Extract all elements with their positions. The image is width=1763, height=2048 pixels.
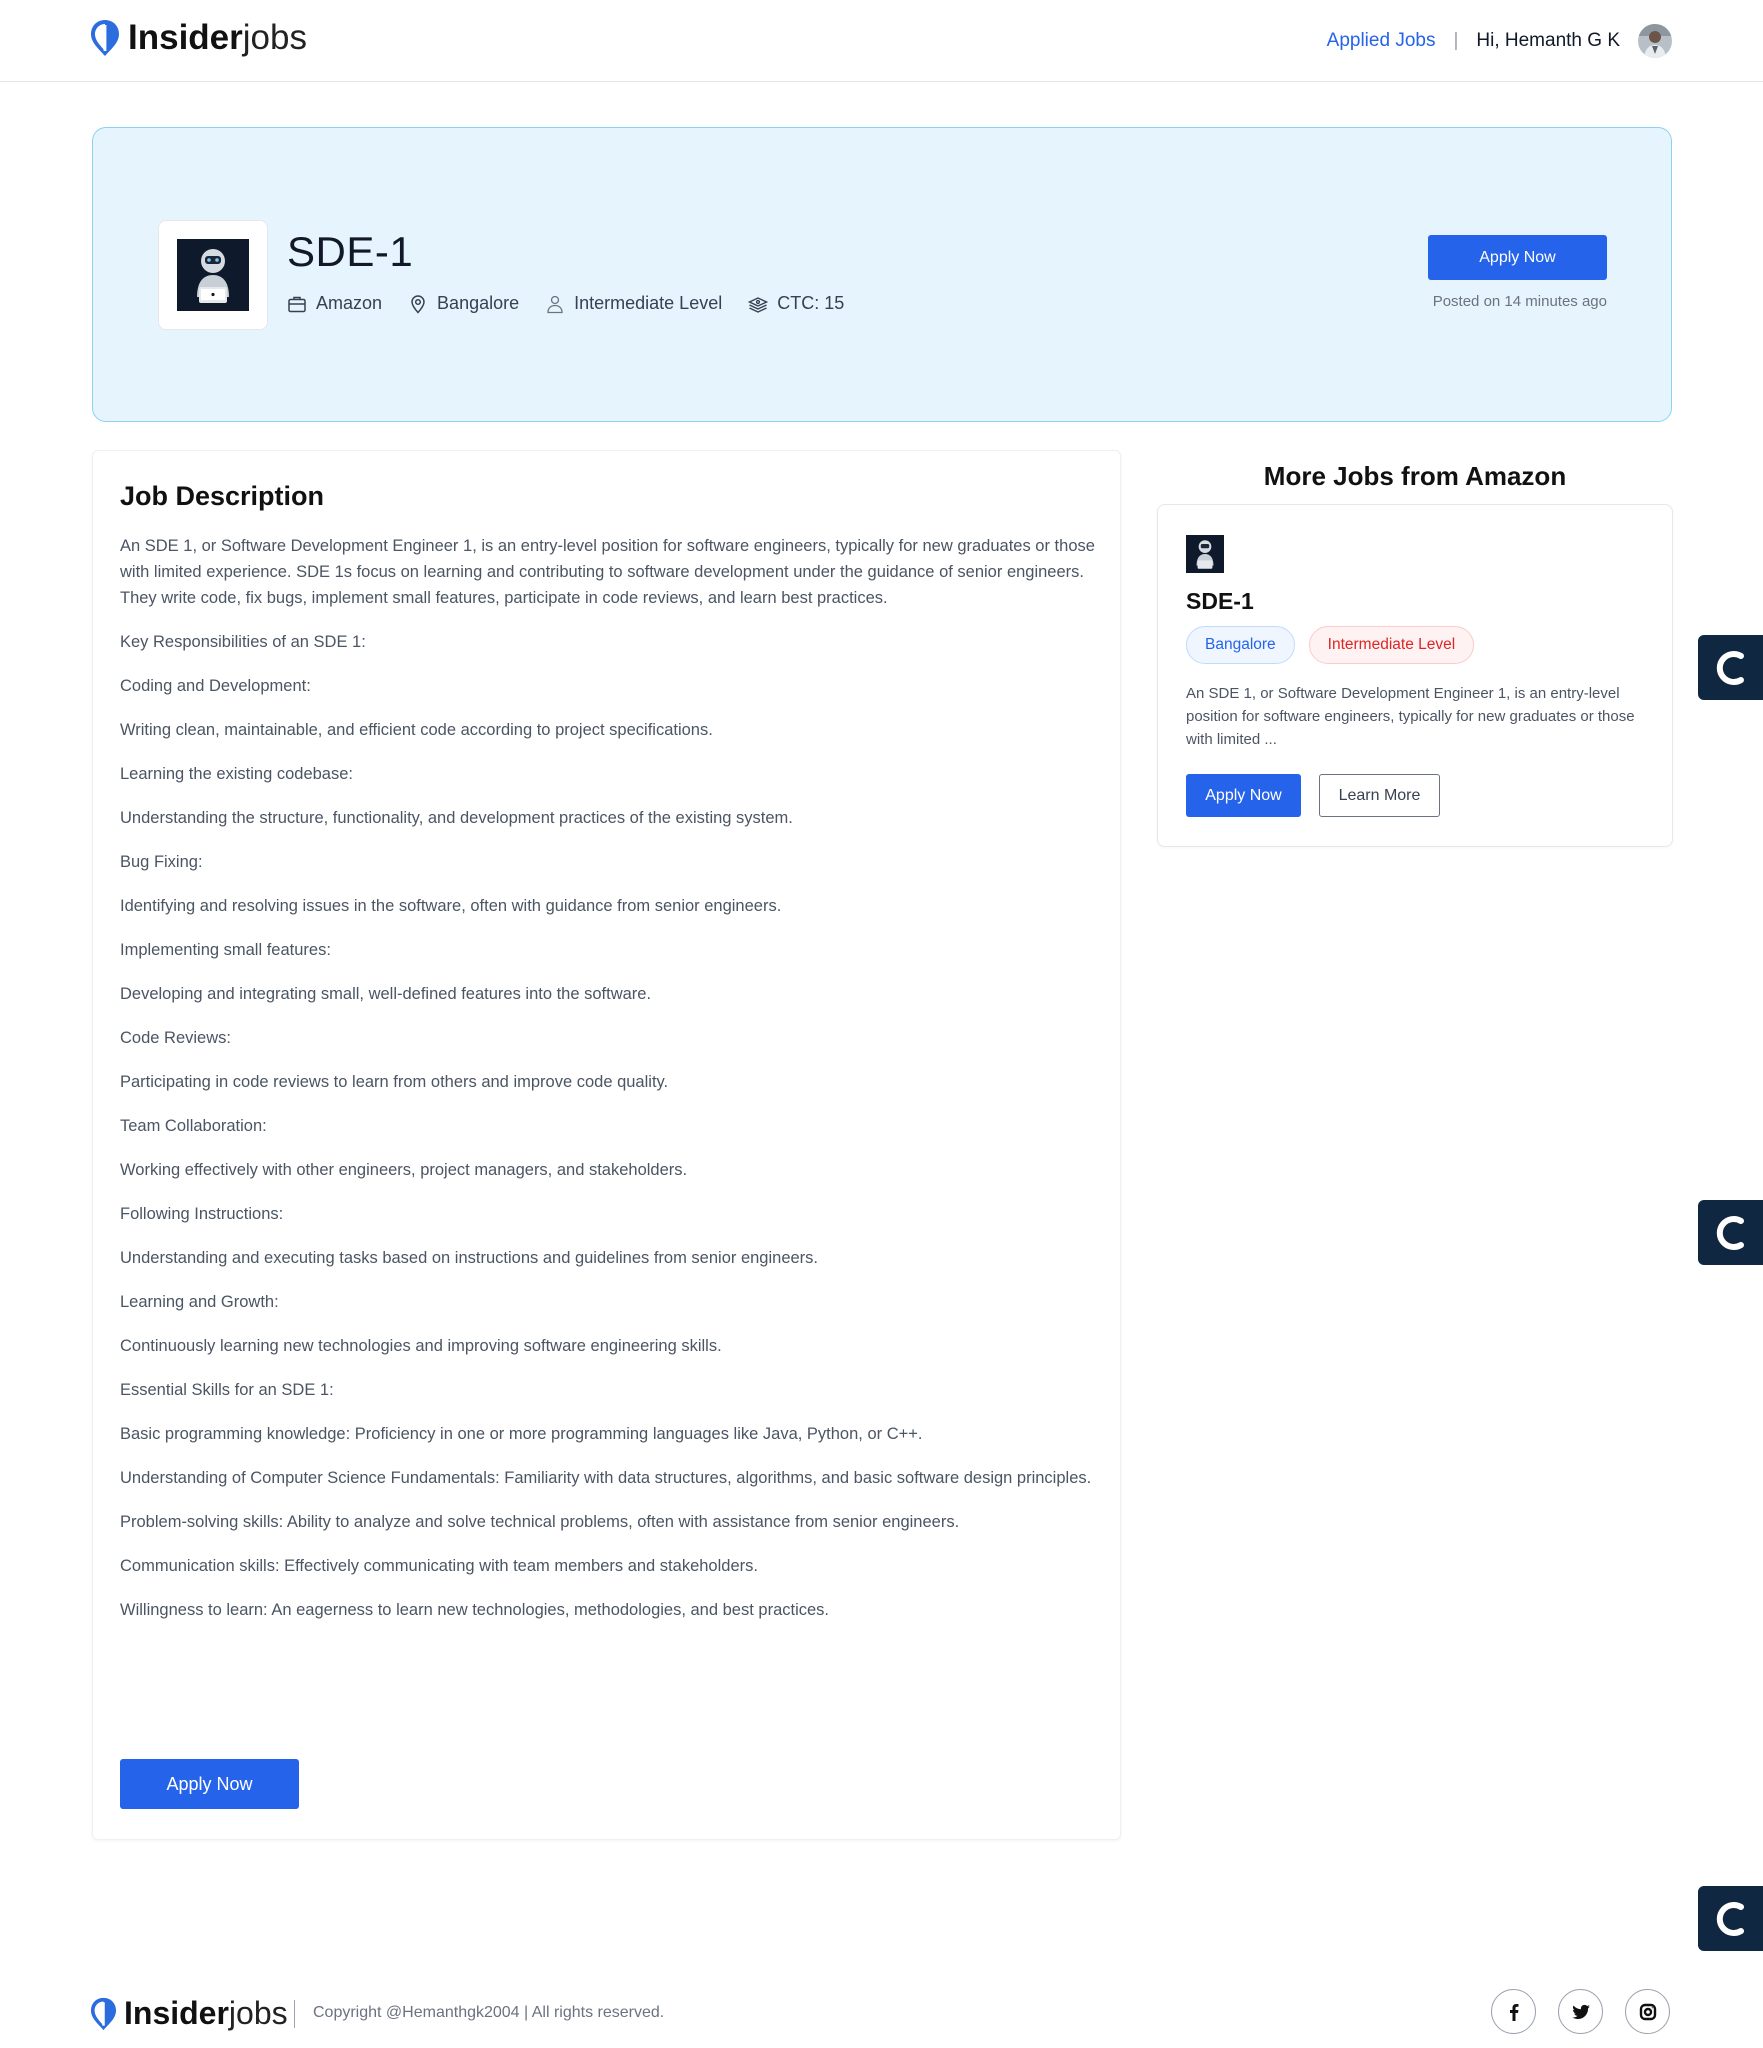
level-tag: Intermediate Level [1308, 626, 1475, 664]
job-location: Bangalore [437, 293, 520, 313]
brand-name-strong: Insider [128, 18, 243, 57]
job-description-card: Job Description An SDE 1, or Software De… [92, 450, 1121, 1840]
brand-logo[interactable]: Insider jobs [90, 18, 307, 58]
description-paragraph: Communication skills: Effectively commun… [120, 1557, 758, 1575]
description-paragraph: Following Instructions: [120, 1205, 284, 1223]
related-job-tags: Bangalore Intermediate Level [1186, 626, 1488, 664]
description-paragraph: Willingness to learn: An eagerness to le… [120, 1601, 830, 1619]
c-logo-icon [1716, 1901, 1744, 1936]
user-greeting: Hi, Hemanth G K [1476, 30, 1620, 51]
facebook-link[interactable] [1491, 1989, 1536, 2034]
job-hero-banner: SDE-1 Amazon Bangalore Intermediate Leve… [92, 127, 1672, 422]
footer-brand-light: jobs [228, 1995, 288, 2031]
footer-brand-logo[interactable]: Insider jobs [90, 1995, 288, 2032]
footer-divider [294, 2000, 295, 2028]
description-paragraph: Understanding of Computer Science Fundam… [120, 1469, 1092, 1487]
company-logo-small [1186, 535, 1224, 573]
floating-widget[interactable] [1698, 1886, 1763, 1951]
description-paragraph: An SDE 1, or Software Development Engine… [120, 537, 1095, 607]
briefcase-icon [288, 296, 306, 312]
meta-ctc: CTC: 15 [748, 293, 844, 314]
description-paragraph: Essential Skills for an SDE 1: [120, 1381, 334, 1399]
c-logo-icon [1716, 650, 1744, 685]
job-level: Intermediate Level [574, 293, 723, 313]
job-meta: Amazon Bangalore Intermediate Level CTC:… [287, 293, 870, 314]
insiderjobs-logo-icon [91, 20, 119, 56]
description-paragraph: Working effectively with other engineers… [120, 1161, 688, 1179]
apply-now-bottom-button[interactable]: Apply Now [120, 1759, 299, 1809]
description-paragraph: Continuously learning new technologies a… [120, 1337, 722, 1355]
insiderjobs-logo-icon [90, 1997, 117, 2030]
meta-location: Bangalore [408, 293, 519, 314]
instagram-icon [1639, 2003, 1656, 2020]
related-job-title: SDE-1 [1186, 588, 1254, 614]
top-navbar: Insider jobs Applied Jobs | Hi, Hemanth G… [0, 0, 1763, 82]
description-paragraph: Understanding and executing tasks based … [120, 1249, 819, 1267]
job-description-heading: Job Description [120, 481, 325, 511]
apply-now-button[interactable]: Apply Now [1428, 235, 1607, 280]
c-logo-icon [1716, 1215, 1744, 1250]
location-tag: Bangalore [1186, 626, 1295, 664]
job-title: SDE-1 [287, 228, 414, 275]
meta-level: Intermediate Level [545, 293, 722, 314]
twitter-link[interactable] [1558, 1989, 1603, 2034]
description-paragraph: Code Reviews: [120, 1029, 231, 1047]
description-paragraph: Basic programming knowledge: Proficiency… [120, 1425, 923, 1443]
related-job-card: SDE-1 Bangalore Intermediate Level An SD… [1157, 504, 1673, 847]
page-footer: Insider jobs Copyright @Hemanthgk2004 | A… [0, 1975, 1763, 2048]
footer-brand-strong: Insider [124, 1995, 229, 2031]
company-logo-image [177, 239, 249, 311]
job-description-body: An SDE 1, or Software Development Engine… [120, 533, 1105, 1641]
map-pin-icon [411, 294, 425, 314]
money-stack-icon [748, 296, 769, 313]
description-paragraph: Coding and Development: [120, 677, 311, 695]
description-paragraph: Implementing small features: [120, 941, 331, 959]
instagram-link[interactable] [1625, 1989, 1670, 2034]
floating-widget[interactable] [1698, 1200, 1763, 1265]
facebook-icon [1509, 2003, 1518, 2021]
brand-name-light: jobs [242, 18, 307, 57]
social-links [1469, 1989, 1670, 2034]
description-paragraph: Understanding the structure, functionali… [120, 809, 793, 827]
description-paragraph: Problem-solving skills: Ability to analy… [120, 1513, 960, 1531]
company-logo [158, 220, 268, 330]
description-paragraph: Identifying and resolving issues in the … [120, 897, 782, 915]
description-paragraph: Writing clean, maintainable, and efficie… [120, 721, 713, 739]
description-paragraph: Key Responsibilities of an SDE 1: [120, 633, 366, 651]
meta-company: Amazon [287, 293, 382, 314]
related-job-excerpt: An SDE 1, or Software Development Engine… [1186, 685, 1635, 748]
posted-time: Posted on 14 minutes ago [1432, 293, 1607, 310]
related-job-actions: Apply Now Learn More [1186, 774, 1440, 817]
description-paragraph: Participating in code reviews to learn f… [120, 1073, 669, 1091]
twitter-icon [1571, 2004, 1590, 2019]
avatar-image [1638, 24, 1672, 58]
person-icon [547, 295, 563, 313]
learn-more-button[interactable]: Learn More [1319, 774, 1440, 817]
more-jobs-heading: More Jobs from Amazon [1263, 461, 1567, 491]
user-avatar[interactable] [1638, 24, 1672, 58]
floating-widget[interactable] [1698, 635, 1763, 700]
applied-jobs-link[interactable]: Applied Jobs [1327, 30, 1436, 52]
description-paragraph: Team Collaboration: [120, 1117, 267, 1135]
related-apply-now-button[interactable]: Apply Now [1186, 774, 1301, 817]
user-nav: Applied Jobs | Hi, Hemanth G K [1327, 20, 1672, 62]
copyright-text: Copyright @Hemanthgk2004 | All rights re… [313, 2004, 665, 2021]
description-paragraph: Learning and Growth: [120, 1293, 279, 1311]
job-ctc: CTC: 15 [777, 293, 845, 313]
nav-separator: | [1453, 30, 1459, 51]
description-paragraph: Developing and integrating small, well-d… [120, 985, 652, 1003]
description-paragraph: Bug Fixing: [120, 853, 203, 871]
company-name: Amazon [316, 293, 383, 313]
description-paragraph: Learning the existing codebase: [120, 765, 353, 783]
